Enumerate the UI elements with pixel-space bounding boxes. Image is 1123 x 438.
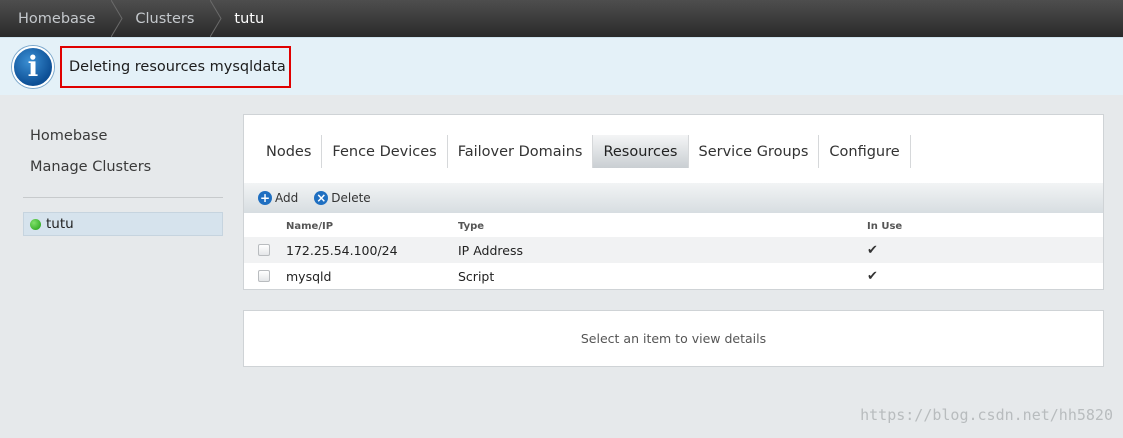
sidebar-link-manage-clusters[interactable]: Manage Clusters bbox=[30, 159, 151, 175]
breadcrumb: Homebase Clusters tutu bbox=[0, 0, 1123, 37]
breadcrumb-homebase[interactable]: Homebase bbox=[0, 0, 123, 37]
cluster-item-tutu[interactable]: tutu bbox=[23, 212, 223, 236]
chevron-right-icon bbox=[111, 0, 123, 37]
details-placeholder: Select an item to view details bbox=[580, 331, 767, 346]
table-row[interactable]: mysqld Script ✔ bbox=[244, 263, 1103, 289]
row-name: 172.25.54.100/24 bbox=[286, 242, 398, 258]
tab-resources[interactable]: Resources bbox=[593, 135, 689, 168]
notification-message: Deleting resources mysqldata bbox=[60, 46, 291, 88]
tab-service-groups[interactable]: Service Groups bbox=[689, 135, 820, 168]
sidebar-divider bbox=[23, 197, 223, 198]
breadcrumb-label: tutu bbox=[234, 10, 265, 27]
plus-icon: + bbox=[258, 191, 272, 205]
breadcrumb-label: Clusters bbox=[135, 10, 195, 27]
column-header-type[interactable]: Type bbox=[458, 215, 484, 237]
row-checkbox[interactable] bbox=[258, 244, 270, 256]
chevron-right-icon bbox=[210, 0, 223, 37]
add-button[interactable]: + Add bbox=[258, 191, 298, 205]
resources-panel: Nodes Fence Devices Failover Domains Res… bbox=[243, 114, 1104, 290]
x-icon: × bbox=[314, 191, 329, 205]
row-name: mysqld bbox=[286, 268, 332, 284]
column-header-name[interactable]: Name/IP bbox=[286, 215, 333, 237]
sidebar-link-homebase[interactable]: Homebase bbox=[30, 128, 107, 144]
tab-bar: Nodes Fence Devices Failover Domains Res… bbox=[256, 135, 911, 168]
checkmark-icon: ✔ bbox=[867, 268, 878, 284]
column-header-in-use[interactable]: In Use bbox=[867, 215, 902, 237]
breadcrumb-current: tutu bbox=[216, 0, 286, 37]
notification-bar: i Deleting resources mysqldata bbox=[0, 37, 1123, 95]
table-row[interactable]: 172.25.54.100/24 IP Address ✔ bbox=[244, 237, 1103, 263]
resources-toolbar: + Add × Delete bbox=[244, 183, 1103, 213]
tab-failover-domains[interactable]: Failover Domains bbox=[448, 135, 594, 168]
delete-label: Delete bbox=[331, 191, 371, 205]
table-header: Name/IP Type In Use bbox=[244, 215, 1103, 237]
status-online-icon bbox=[30, 218, 41, 230]
breadcrumb-label: Homebase bbox=[18, 10, 96, 27]
breadcrumb-clusters[interactable]: Clusters bbox=[117, 0, 223, 37]
details-panel: Select an item to view details bbox=[243, 310, 1104, 367]
tab-fence-devices[interactable]: Fence Devices bbox=[322, 135, 448, 168]
row-type: Script bbox=[458, 268, 495, 284]
watermark: https://blog.csdn.net/hh5820 bbox=[860, 406, 1113, 424]
tab-nodes[interactable]: Nodes bbox=[256, 135, 323, 168]
add-label: Add bbox=[275, 191, 299, 205]
tab-configure[interactable]: Configure bbox=[819, 135, 911, 168]
checkmark-icon: ✔ bbox=[867, 242, 878, 258]
info-icon: i bbox=[12, 46, 54, 88]
row-checkbox[interactable] bbox=[258, 270, 270, 282]
cluster-name: tutu bbox=[46, 216, 74, 232]
row-type: IP Address bbox=[458, 242, 523, 258]
delete-button[interactable]: × Delete bbox=[314, 191, 371, 205]
